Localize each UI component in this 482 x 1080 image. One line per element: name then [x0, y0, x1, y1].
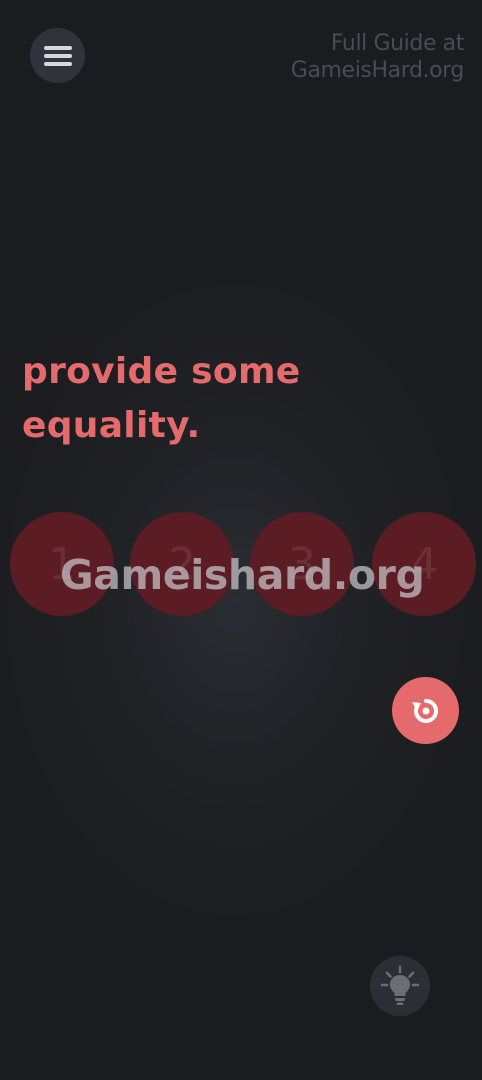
site-watermark: Full Guide at GameisHard.org [290, 30, 465, 84]
reset-button[interactable] [392, 677, 459, 744]
watermark-line-1: Full Guide at [330, 31, 465, 56]
hint-button[interactable] [370, 956, 430, 1016]
overlay-watermark: Gameishard.org [60, 551, 425, 599]
reset-icon [408, 693, 444, 729]
puzzle-prompt: provide some equality. [22, 345, 362, 453]
prompt-line-2: equality. [22, 405, 201, 446]
hamburger-menu-icon [43, 45, 72, 67]
watermark-line-2: GameisHard.org [290, 58, 465, 83]
prompt-line-1: provide some [22, 351, 301, 392]
menu-button[interactable] [30, 28, 85, 83]
lightbulb-icon [378, 964, 422, 1008]
